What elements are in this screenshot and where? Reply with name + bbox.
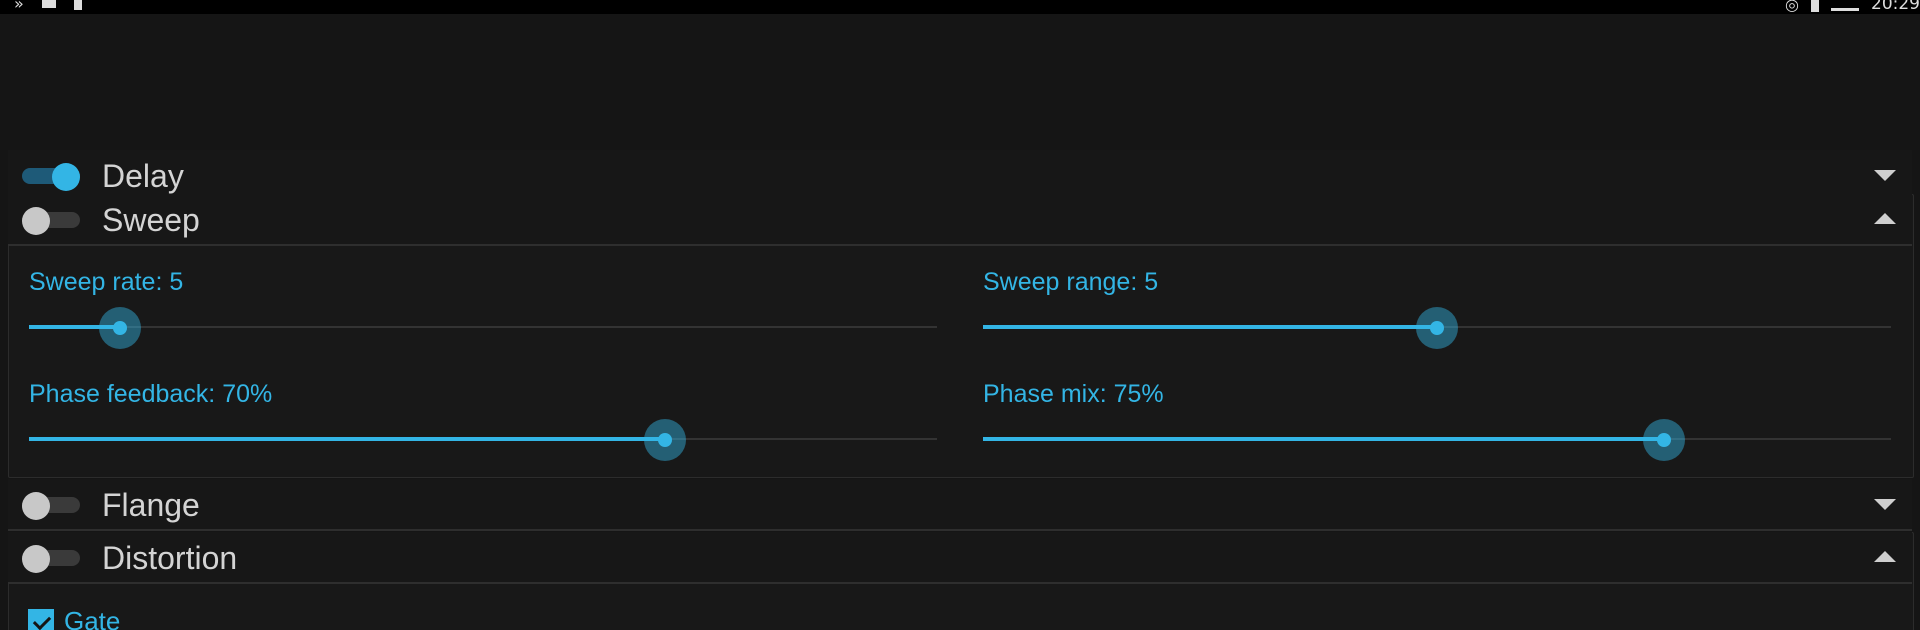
flange-toggle[interactable] — [22, 492, 80, 520]
overflow-icon: » — [14, 0, 24, 13]
chevron-up-icon[interactable] — [1874, 213, 1896, 224]
section-title-sweep: Sweep — [102, 202, 200, 238]
toggle-knob — [52, 163, 80, 191]
alarm-icon: ◎ — [1785, 0, 1799, 14]
toggle-knob — [22, 207, 50, 235]
sweep-range-label: Sweep range: 5 — [983, 268, 1159, 296]
phase-feedback-slider[interactable] — [29, 419, 937, 461]
slider-fill — [983, 325, 1437, 329]
status-right-icons: ◎ 20:29 — [1785, 0, 1920, 14]
chevron-down-icon[interactable] — [1874, 170, 1896, 181]
download-icon — [73, 0, 82, 10]
delay-toggle[interactable] — [22, 163, 80, 191]
gate-label: Gate — [64, 606, 121, 630]
slider-thumb[interactable] — [643, 419, 686, 461]
slider-rail — [29, 326, 937, 328]
distortion-toggle[interactable] — [22, 545, 80, 573]
battery-icon — [1811, 0, 1819, 12]
sd-card-icon — [41, 0, 56, 8]
sweep-range-slider[interactable] — [983, 307, 1891, 349]
slider-thumb[interactable] — [98, 307, 141, 349]
phase-mix-label: Phase mix: 75% — [983, 380, 1164, 408]
status-left-icons: » — [14, 0, 82, 13]
chevron-down-icon[interactable] — [1874, 499, 1896, 510]
section-header-flange[interactable]: Flange — [8, 479, 1912, 531]
phase-mix-slider[interactable] — [983, 419, 1891, 461]
slider-thumb[interactable] — [1416, 307, 1458, 349]
signal-icon — [1831, 7, 1859, 11]
section-header-sweep[interactable]: Sweep — [8, 194, 1912, 246]
phase-feedback-label: Phase feedback: 70% — [29, 380, 273, 408]
section-header-distortion[interactable]: Distortion — [8, 532, 1912, 584]
slider-fill — [29, 437, 665, 441]
equalizer-screen: » ◎ 20:29 Delay Sweep Sweep rate: 5 Swee… — [0, 0, 1920, 630]
status-clock: 20:29 — [1871, 0, 1920, 14]
slider-fill — [983, 437, 1664, 441]
section-title-flange: Flange — [102, 487, 200, 523]
toggle-knob — [22, 492, 50, 520]
toggle-knob — [22, 545, 50, 573]
sweep-rate-slider[interactable] — [29, 307, 937, 349]
sweep-toggle[interactable] — [22, 207, 80, 235]
gate-checkbox-row[interactable]: Gate — [28, 606, 120, 630]
section-title-distortion: Distortion — [102, 540, 238, 576]
status-bar: » ◎ 20:29 — [0, 0, 1920, 14]
chevron-up-icon[interactable] — [1874, 551, 1896, 562]
sweep-rate-label: Sweep rate: 5 — [29, 268, 184, 296]
slider-thumb[interactable] — [1643, 419, 1685, 461]
gate-checkbox[interactable] — [28, 608, 54, 630]
section-title-delay: Delay — [102, 158, 184, 194]
